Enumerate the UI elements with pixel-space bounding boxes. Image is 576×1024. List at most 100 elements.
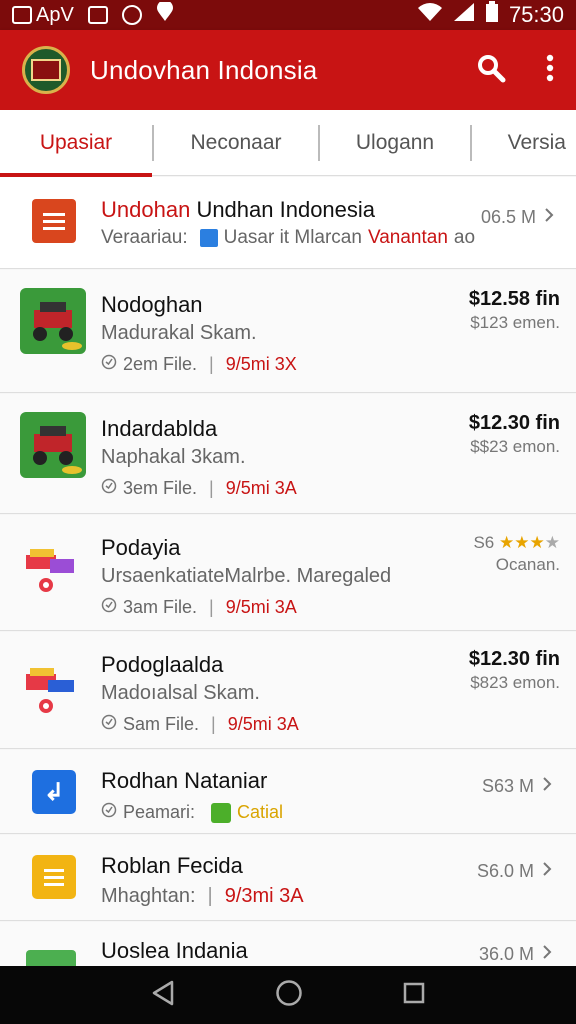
tab-label: Ulogann [355,130,435,154]
cube-icon [211,802,232,823]
item-subtitle: Madoıalsal Skam. [101,682,260,704]
clock-icon [121,5,142,25]
meta-left: Sam File. [123,714,200,734]
meta-yellow: Catial [237,802,284,822]
size-value: S6.0 M [476,861,534,881]
item-title: Indardablda [101,416,218,441]
list-item[interactable]: Nodoghan Madurakal Skam. 2em File. | 9/5… [0,270,576,393]
meta-left: 3am File. [123,597,198,617]
navigation-bar [0,966,576,1024]
meta-red: 9/5mi 3A [225,597,297,617]
rating-line: S6 ★★★★ [473,533,560,553]
meta-left: Mhaghtan: [101,885,196,907]
featured-sub-tail: ao [453,227,476,248]
featured-sub-red: Vanantan [367,227,448,248]
app-list: Undohan Undhan Indonesia Veraariau: Uasa… [0,177,576,966]
meta-left: 3em File. [123,478,198,498]
photo-icon [87,6,108,24]
featured-subtitle: Veraariau: Uasar it Mlarcan Vanantan ao [101,227,475,249]
app-title: Undovhan Indonsia [90,54,318,85]
tab-label: Neconaar [190,130,282,154]
meta-divider: | [209,597,214,617]
item-price: $12.58 fin $123 emen. [469,288,560,333]
item-price: $12.30 fin $$23 emon. [469,412,560,457]
item-title: Rodhan Nataniar [101,768,268,793]
item-title: Nodoghan [101,292,203,317]
back-icon[interactable] [150,979,176,1012]
app-green-icon [26,950,76,966]
more-vert-icon[interactable] [546,54,554,87]
item-subtitle: Madurakal Skam. [101,322,257,344]
document-icon [32,199,76,243]
price-sub: $$23 emon. [470,437,560,456]
item-title: Uoslea Indania [101,938,248,963]
size-value: 06.5 M [480,207,536,227]
size-value: 36.0 M [478,944,534,964]
item-size: S6.0 M [477,861,552,882]
chevron-right-icon [544,207,554,228]
tab-upasiar[interactable]: Upasiar [0,110,152,177]
item-meta: 3am File. | 9/5mi 3A [101,597,297,618]
item-title: Podoglaalda [101,652,224,677]
size-value: S63 M [481,776,534,796]
star-icon: ★ [544,533,560,552]
tab-label: Upasiar [39,130,113,154]
tab-versia[interactable]: Versia [472,110,576,176]
app-bar: Undovhan Indonsia [0,30,576,110]
price-sub: $123 emen. [470,313,560,332]
item-size: S63 M [482,776,552,797]
item-meta: 3em File. | 9/5mi 3A [101,478,297,499]
shield-icon [101,478,117,499]
list-item[interactable]: ↲ Rodhan Nataniar Peamari: Catial S63 M [0,750,576,834]
price-sub: Ocanan. [495,555,560,574]
list-item[interactable]: Uoslea Indania 36.0 M [0,922,576,966]
meta-red: 9/5mi 3X [225,354,297,374]
price-main: $12.30 fin [468,412,560,434]
star-icon: ★ [529,533,545,552]
recents-icon[interactable] [402,981,426,1010]
featured-title-red: Undohan [101,197,191,222]
meta-divider: | [209,354,214,374]
price-sub: $823 emon. [470,673,560,692]
meta-divider: | [211,714,216,734]
meta-left: Peamari: [123,802,196,822]
item-subtitle: Naphakal 3kam. [101,446,246,468]
home-icon[interactable] [275,979,303,1012]
meta-divider: | [207,885,213,907]
app-blue-icon: ↲ [32,770,76,814]
battery-icon [485,1,499,29]
list-item[interactable]: Indardablda Naphakal 3kam. 3em File. | 9… [0,394,576,514]
featured-item[interactable]: Undohan Undhan Indonesia Veraariau: Uasa… [0,177,576,269]
toy-truck-icon [20,539,86,605]
item-meta: 2em File. | 9/5mi 3X [101,354,297,375]
tab-neconaar[interactable]: Neconaar [154,110,318,176]
featured-sub-text: Uasar it Mlarcan [223,227,362,248]
meta-red: 9/3mi 3A [224,885,304,907]
tab-label: Versia [507,130,566,154]
rating-prefix: S6 [473,533,495,552]
item-title: Roblan Fecida [101,853,243,878]
shield-icon [101,802,117,823]
meta-red: 9/5mi 3A [225,478,297,498]
star-icon: ★ [514,533,530,552]
shield-icon [101,597,117,618]
featured-title-rest: Undhan Indonesia [196,197,376,222]
item-title: Podayia [101,535,181,560]
wifi-icon [417,2,443,28]
list-item[interactable]: Podoglaalda Madoıalsal Skam. Sam File. |… [0,632,576,749]
star-icon: ★ [499,533,515,552]
item-meta: Peamari: Catial [101,802,283,823]
storage-icon [199,229,218,247]
tab-ulogann[interactable]: Ulogann [320,110,470,176]
featured-title: Undohan Undhan Indonesia [101,197,375,223]
featured-size: 06.5 M [481,207,554,228]
status-bar: ApV 75:30 [0,0,576,30]
meta-left: 2em File. [123,354,198,374]
chevron-right-icon [542,861,552,882]
list-item[interactable]: Roblan Fecida Mhaghtan: | 9/3mi 3A S6.0 … [0,835,576,921]
app-logo [22,46,70,94]
search-icon[interactable] [476,53,506,88]
item-meta: Mhaghtan: | 9/3mi 3A [101,885,304,908]
chevron-right-icon [542,944,552,965]
list-item[interactable]: Podayia UrsaenkatiateMalrbe. Maregaled 3… [0,515,576,631]
